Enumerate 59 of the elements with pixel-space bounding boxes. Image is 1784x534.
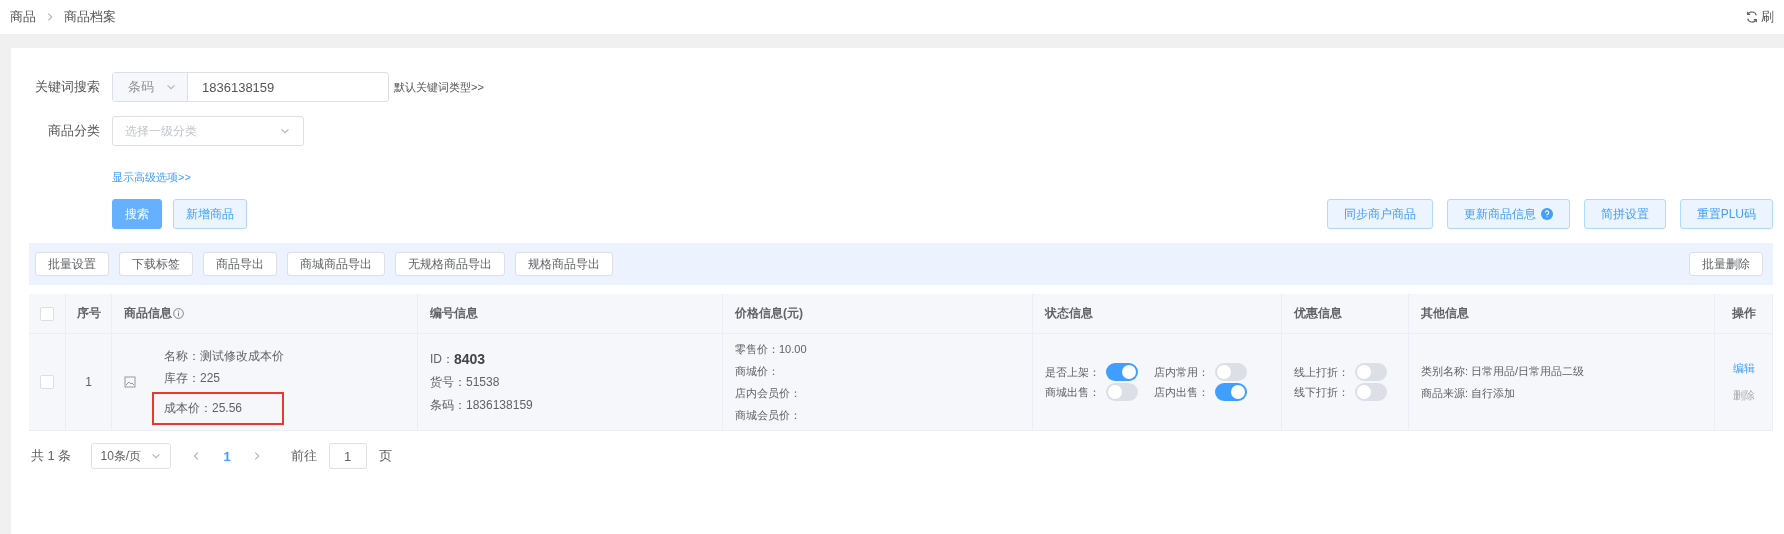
info-text: 类别名称: 日常用品/日常用品二级	[1421, 363, 1585, 379]
field-label: 关键词搜索	[34, 78, 101, 96]
breadcrumb-link[interactable]: 商品	[10, 8, 36, 26]
switch-label: 线下打折：	[1294, 384, 1349, 400]
page-size-select[interactable]: 10条/页	[91, 443, 172, 469]
switch-label: 线上打折：	[1294, 364, 1349, 380]
product-stock: 库存：225	[164, 369, 222, 387]
default-keyword-type-link[interactable]: 默认关键词类型>>	[394, 79, 484, 95]
toolbar-button[interactable]: 批量设置	[35, 252, 109, 276]
switch-label: 店内出售：	[1154, 384, 1209, 400]
toggle-switch[interactable]	[1106, 363, 1138, 381]
total-count: 共 1 条	[31, 447, 72, 465]
column-header: 序号	[76, 305, 101, 322]
toolbar-button[interactable]: 商品导出	[203, 252, 277, 276]
toggle-switch[interactable]	[1355, 383, 1387, 401]
toggle-switch[interactable]	[1215, 363, 1247, 381]
checkbox[interactable]	[40, 306, 54, 321]
id-label: ID：	[430, 350, 454, 368]
breadcrumb-link[interactable]: 商品档案	[64, 8, 116, 26]
column-header: 操作	[1731, 305, 1756, 322]
toolbar-button[interactable]: 下载标签	[119, 252, 193, 276]
switch-label: 是否上架：	[1045, 364, 1100, 380]
refresh-icon	[1745, 10, 1759, 24]
barcode-text: 条码：1836138159	[430, 396, 533, 414]
product-cost: 成本价：25.56	[164, 400, 243, 415]
image-placeholder-icon	[124, 376, 136, 388]
page-suffix: 页	[378, 447, 392, 465]
keyword-search-field[interactable]: 条码 1836138159	[112, 72, 389, 102]
price-text: 店内会员价：	[735, 385, 801, 401]
column-header: 状态信息	[1045, 305, 1093, 322]
product-id: 8403	[454, 351, 486, 367]
toolbar-button[interactable]: 商城商品导出	[287, 252, 385, 276]
column-header: 商品信息	[124, 305, 172, 322]
product-name: 名称：测试修改成本价	[164, 347, 284, 365]
help-icon	[1540, 208, 1553, 220]
field-label: 商品分类	[47, 122, 101, 140]
checkbox[interactable]	[40, 375, 54, 389]
toolbar-button[interactable]: 规格商品导出	[515, 252, 613, 276]
price-text: 零售价：10.00	[735, 341, 807, 357]
info-text: 商品来源: 自行添加	[1421, 385, 1516, 401]
batch-delete-button[interactable]: 批量删除	[1689, 252, 1763, 276]
toolbar-button[interactable]: 无规格商品导出	[395, 252, 505, 276]
column-header: 价格信息(元)	[735, 305, 803, 322]
column-header: 编号信息	[430, 305, 478, 322]
toggle-switch[interactable]	[1355, 363, 1387, 381]
goto-label: 前往	[290, 447, 317, 465]
column-header: 其他信息	[1421, 305, 1469, 322]
sku-text: 货号：51538	[430, 373, 500, 391]
toggle-switch[interactable]	[1106, 383, 1138, 401]
column-header: 优惠信息	[1294, 305, 1342, 322]
price-text: 商城价：	[735, 363, 779, 379]
price-text: 商城会员价：	[735, 407, 801, 423]
info-icon	[173, 308, 184, 319]
switch-label: 店内常用：	[1154, 364, 1209, 380]
table-cell: 1	[85, 375, 92, 389]
refresh-button[interactable]: 刷	[1745, 8, 1774, 26]
goto-page-field[interactable]: 1	[328, 443, 367, 469]
toggle-switch[interactable]	[1215, 383, 1247, 401]
switch-label: 商城出售：	[1045, 384, 1100, 400]
